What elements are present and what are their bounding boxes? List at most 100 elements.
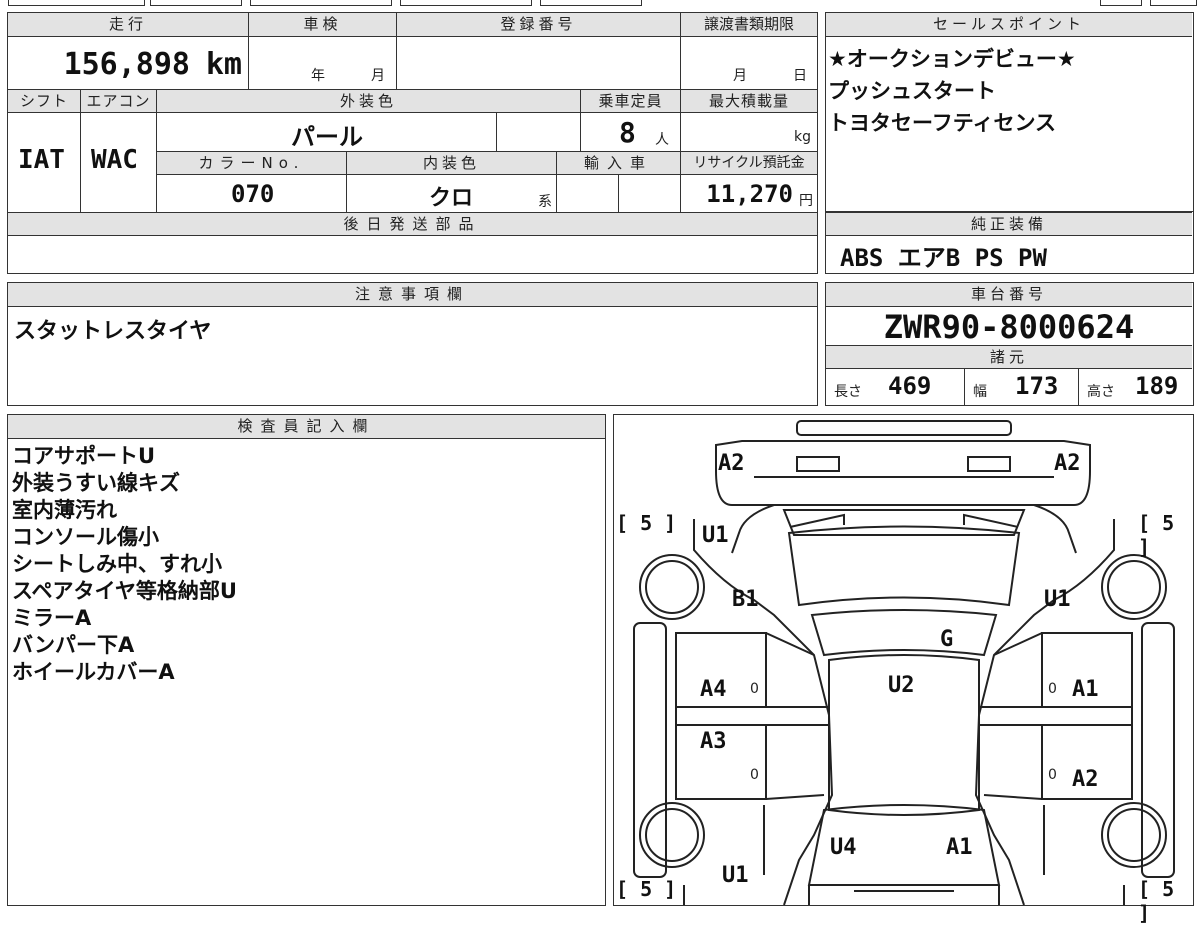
inspector-note: ミラーA xyxy=(12,606,92,630)
color-number-value: 070 xyxy=(231,180,275,208)
inspector-box: 検査員記入欄 コアサポートU 外装うすい線キズ 室内薄汚れ コンソール傷小 シー… xyxy=(7,414,606,906)
transfer-deadline-header: 譲渡書類期限 xyxy=(680,13,817,37)
inspector-notes: コアサポートU 外装うすい線キズ 室内薄汚れ コンソール傷小 シートしみ中、すれ… xyxy=(12,443,237,686)
diag-label: U2 xyxy=(888,673,915,698)
spec-header: 諸元 xyxy=(826,345,1192,369)
width-value: 173 xyxy=(1015,372,1059,400)
diag-label: A2 xyxy=(718,451,745,476)
shift-value: IAT xyxy=(18,145,65,175)
ac-cell: WAC xyxy=(80,113,156,212)
zero-mark: 0 xyxy=(750,681,759,697)
diag-label: U1 xyxy=(722,863,749,888)
shaken-cell: 年 月 xyxy=(248,37,396,89)
interior-color-cell: クロ 系 xyxy=(346,175,556,212)
mileage-unit: km xyxy=(205,47,242,82)
height-label: 高さ xyxy=(1087,384,1115,400)
zero-mark: 0 xyxy=(1048,767,1057,783)
tire-tread-front-right: [ 5 ] xyxy=(1138,511,1175,559)
length-value: 469 xyxy=(888,372,932,400)
wheel-rear-right-inner xyxy=(1107,808,1161,862)
inspector-note: シートしみ中、すれ小 xyxy=(12,552,222,576)
vehicle-info-table: 走行 車検 登録番号 譲渡書類期限 156,898 km 年 月 月 日 シフト… xyxy=(7,12,818,274)
max-load-cell: kg xyxy=(680,113,817,151)
tire-tread-front-left: [ 5 ] xyxy=(616,511,677,535)
wheel-rear-left-inner xyxy=(645,808,699,862)
import-cell-b xyxy=(618,175,680,212)
chassis-header: 車台番号 xyxy=(826,283,1192,307)
tire-tread-rear-right: [ 5 ] xyxy=(1138,877,1175,925)
mileage-value: 156,898 xyxy=(63,47,190,82)
side-step-right xyxy=(1141,622,1175,878)
diag-label: A1 xyxy=(946,835,973,860)
capacity-unit: 人 xyxy=(655,132,669,148)
caution-value: スタットレスタイヤ xyxy=(14,319,212,344)
wheel-rear-left xyxy=(639,802,705,868)
equipment-box: 純正装備 ABS エアB PS PW xyxy=(825,212,1194,274)
inspector-note: 外装うすい線キズ xyxy=(12,471,180,495)
max-load-header: 最大積載量 xyxy=(680,89,817,113)
capacity-value: 8 xyxy=(619,116,636,149)
inspector-note: ホイールカバーA xyxy=(12,660,175,684)
shaken-month: 月 xyxy=(371,68,385,84)
caution-header: 注意事項欄 xyxy=(8,283,817,307)
exterior-color-header: 外装色 xyxy=(156,89,580,113)
diag-label: B1 xyxy=(732,587,759,612)
diag-label: A3 xyxy=(700,729,727,754)
wheel-rear-right xyxy=(1101,802,1167,868)
capacity-header: 乗車定員 xyxy=(580,89,680,113)
windshield xyxy=(787,525,1021,607)
ac-value: WAC xyxy=(91,145,138,175)
inspector-header: 検査員記入欄 xyxy=(8,415,605,439)
headlight-left xyxy=(796,456,840,472)
car-diagram xyxy=(633,420,1175,905)
diag-label: A1 xyxy=(1072,677,1099,702)
top-strip xyxy=(0,0,1200,6)
import-header: 輸入車 xyxy=(556,151,680,175)
import-cell-a xyxy=(556,175,618,212)
shaken-year: 年 xyxy=(311,68,325,84)
diag-label: U4 xyxy=(830,835,857,860)
sales-points-header: セールスポイント xyxy=(826,13,1192,37)
mileage-cell: 156,898 km xyxy=(8,37,248,89)
transfer-day: 日 xyxy=(793,68,807,84)
inspector-note: バンパー下A xyxy=(12,633,135,657)
later-parts-header: 後日発送部品 xyxy=(8,212,817,236)
shaken-header: 車検 xyxy=(248,13,396,37)
height-value: 189 xyxy=(1135,372,1179,400)
caution-box: 注意事項欄 スタットレスタイヤ xyxy=(7,282,818,406)
color-number-header: カラーNo. xyxy=(156,151,346,175)
recycle-unit: 円 xyxy=(799,193,813,209)
diag-label: U1 xyxy=(702,523,729,548)
damage-diagram-box: A2 A2 U1 B1 U1 G U2 A4 A1 A3 A2 U4 A1 U1… xyxy=(613,414,1194,925)
recycle-cell: 11,270 円 xyxy=(680,175,817,212)
tire-tread-rear-left: [ 5 ] xyxy=(616,877,677,901)
sales-point-item: プッシュスタート xyxy=(828,79,996,103)
recycle-value: 11,270 xyxy=(706,180,793,208)
front-bumper xyxy=(715,440,1091,471)
capacity-cell: 8 人 xyxy=(580,113,680,151)
shift-header: シフト xyxy=(8,89,80,113)
shift-cell: IAT xyxy=(8,113,80,212)
recycle-header: リサイクル預託金 xyxy=(680,151,817,175)
side-step-left xyxy=(633,622,667,878)
headlight-right xyxy=(967,456,1011,472)
exterior-color-value: パール xyxy=(291,123,363,151)
inspector-note: コンソール傷小 xyxy=(12,525,159,549)
sales-point-item: ★オークションデビュー★ xyxy=(828,47,1076,71)
sales-points-list: ★オークションデビュー★ プッシュスタート トヨタセーフティセンス xyxy=(828,43,1076,139)
hood xyxy=(782,509,1026,536)
chassis-box: 車台番号 ZWR90-8000624 諸元 長さ 469 幅 173 高さ 18… xyxy=(825,282,1194,406)
front-bumper-cap xyxy=(796,420,1012,436)
transfer-cell: 月 日 xyxy=(680,37,817,89)
equipment-header: 純正装備 xyxy=(826,212,1192,236)
inspector-note: 室内薄汚れ xyxy=(12,498,117,522)
registration-header: 登録番号 xyxy=(396,13,680,37)
color-number-cell: 070 xyxy=(156,175,346,212)
ac-header: エアコン xyxy=(80,89,156,113)
wheel-front-right xyxy=(1101,554,1167,620)
mileage-header: 走行 xyxy=(8,13,248,37)
inspector-note: スペアタイヤ等格納部U xyxy=(12,579,237,603)
diag-label: A2 xyxy=(1054,451,1081,476)
width-cell: 幅 173 xyxy=(964,369,1078,405)
wheel-front-left xyxy=(639,554,705,620)
